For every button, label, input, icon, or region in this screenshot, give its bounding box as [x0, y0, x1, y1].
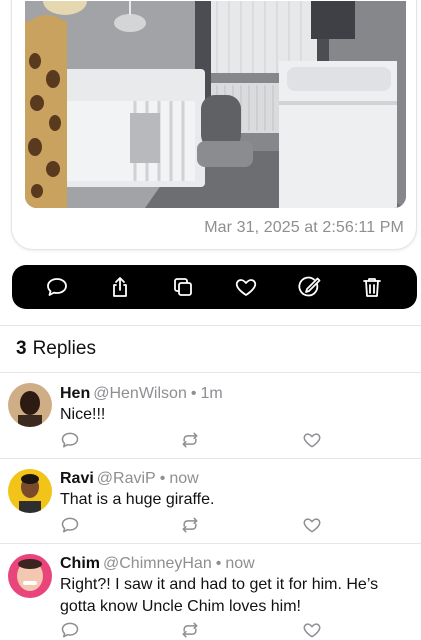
reply-comment-button[interactable] [60, 430, 80, 450]
reply-header: Ravi @RaviP • now [60, 470, 199, 488]
replies-count: 3 [16, 338, 27, 359]
reply-like-button[interactable] [302, 430, 322, 450]
reply-actions [60, 430, 360, 452]
repost-icon [182, 622, 198, 638]
reply-time: now [225, 555, 255, 572]
reply-author-name[interactable]: Ravi [60, 470, 94, 487]
edit-button[interactable] [289, 267, 329, 307]
reply-header: Hen @HenWilson • 1m [60, 385, 223, 403]
reply-item[interactable]: Hen @HenWilson • 1m Nice!!! [0, 373, 421, 458]
heart-icon [303, 433, 321, 448]
replies-label: Replies [32, 338, 96, 359]
reply-author-handle[interactable]: @ChimneyHan [103, 555, 212, 572]
reply-author-handle[interactable]: @RaviP [97, 470, 156, 487]
reply-icon [47, 278, 68, 296]
delete-button[interactable] [352, 267, 392, 307]
reply-item[interactable]: Ravi @RaviP • now That is a huge giraffe. [0, 459, 421, 544]
heart-icon [303, 623, 321, 638]
avatar-image [8, 383, 52, 427]
comment-icon [61, 432, 79, 448]
repost-icon [182, 432, 198, 448]
edit-icon [298, 276, 321, 297]
replies-header: 3 Replies [16, 338, 96, 360]
reply-comment-button[interactable] [60, 515, 80, 535]
separator-dot: • [159, 470, 166, 487]
avatar[interactable] [8, 554, 52, 598]
reply-repost-button[interactable] [180, 515, 200, 535]
separator-dot: • [215, 555, 222, 572]
post-card: Mar 31, 2025 at 2:56:11 PM [11, 0, 417, 250]
post-image[interactable] [25, 1, 406, 208]
like-icon [235, 279, 257, 296]
post-action-bar [12, 265, 417, 309]
reply-like-button[interactable] [302, 620, 322, 640]
share-button[interactable] [100, 267, 140, 307]
reply-text: Nice!!! [60, 406, 106, 423]
avatar[interactable] [8, 383, 52, 427]
reply-author-handle[interactable]: @HenWilson [93, 385, 187, 402]
reply-button[interactable] [37, 267, 77, 307]
reply-actions [60, 515, 360, 537]
comment-icon [61, 622, 79, 638]
copy-button[interactable] [163, 267, 203, 307]
avatar[interactable] [8, 469, 52, 513]
reply-time: 1m [200, 385, 223, 402]
share-icon [113, 277, 128, 297]
reply-comment-button[interactable] [60, 620, 80, 640]
reply-item[interactable]: Chim @ChimneyHan • now Right?! I saw it and… [0, 544, 421, 640]
nursery-photo [25, 1, 406, 208]
reply-repost-button[interactable] [180, 430, 200, 450]
avatar-image [8, 554, 52, 598]
divider [0, 325, 421, 326]
heart-icon [303, 518, 321, 533]
reply-repost-button[interactable] [180, 620, 200, 640]
reply-header: Chim @ChimneyHan • now [60, 555, 255, 573]
avatar-image [8, 469, 52, 513]
like-button[interactable] [226, 267, 266, 307]
repost-icon [182, 517, 198, 533]
post-timestamp: Mar 31, 2025 at 2:56:11 PM [204, 219, 404, 236]
reply-time: now [169, 470, 199, 487]
reply-author-name[interactable]: Chim [60, 555, 100, 572]
reply-text: Right?! I saw it and had to get it for h… [60, 576, 379, 615]
reply-author-name[interactable]: Hen [60, 385, 90, 402]
reply-like-button[interactable] [302, 515, 322, 535]
separator-dot: • [190, 385, 197, 402]
copy-icon [174, 278, 192, 296]
reply-text: That is a huge giraffe. [60, 491, 215, 508]
trash-icon [362, 278, 381, 297]
reply-actions [60, 620, 360, 640]
comment-icon [61, 517, 79, 533]
